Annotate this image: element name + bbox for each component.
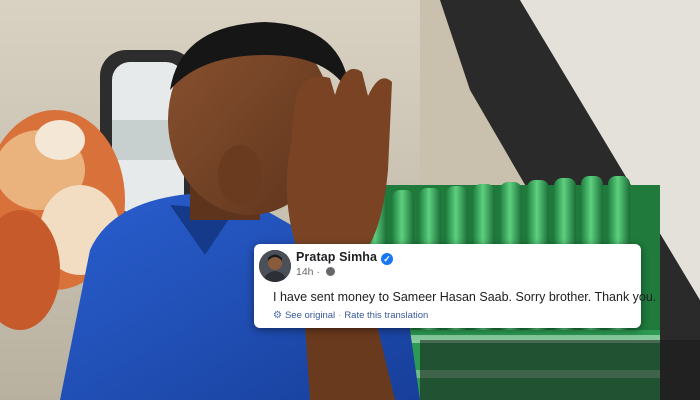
author-avatar[interactable]	[259, 250, 291, 282]
verified-badge-icon: ✓	[381, 253, 394, 265]
gear-icon: ⚙	[273, 310, 282, 321]
post-text: I have sent money to Sameer Hasan Saab. …	[273, 290, 657, 304]
author-name[interactable]: Pratap Simha ✓	[296, 250, 394, 265]
translation-bar: ⚙ See original · Rate this translation	[273, 310, 428, 321]
dot-separator: ·	[316, 266, 320, 278]
avatar-portrait-icon	[259, 250, 291, 282]
background-photo	[0, 0, 700, 400]
facebook-post-card: Pratap Simha ✓ 14h · I have sent money to…	[254, 244, 656, 328]
author-name-text[interactable]: Pratap Simha	[296, 250, 377, 264]
van-scene-illustration	[0, 0, 700, 400]
rate-translation-link[interactable]: Rate this translation	[344, 310, 428, 321]
translation-separator: ·	[338, 310, 342, 321]
post-meta: 14h ·	[296, 266, 335, 278]
post-timestamp[interactable]: 14h	[296, 266, 314, 278]
see-original-link[interactable]: See original	[285, 310, 335, 321]
globe-icon	[325, 267, 335, 276]
